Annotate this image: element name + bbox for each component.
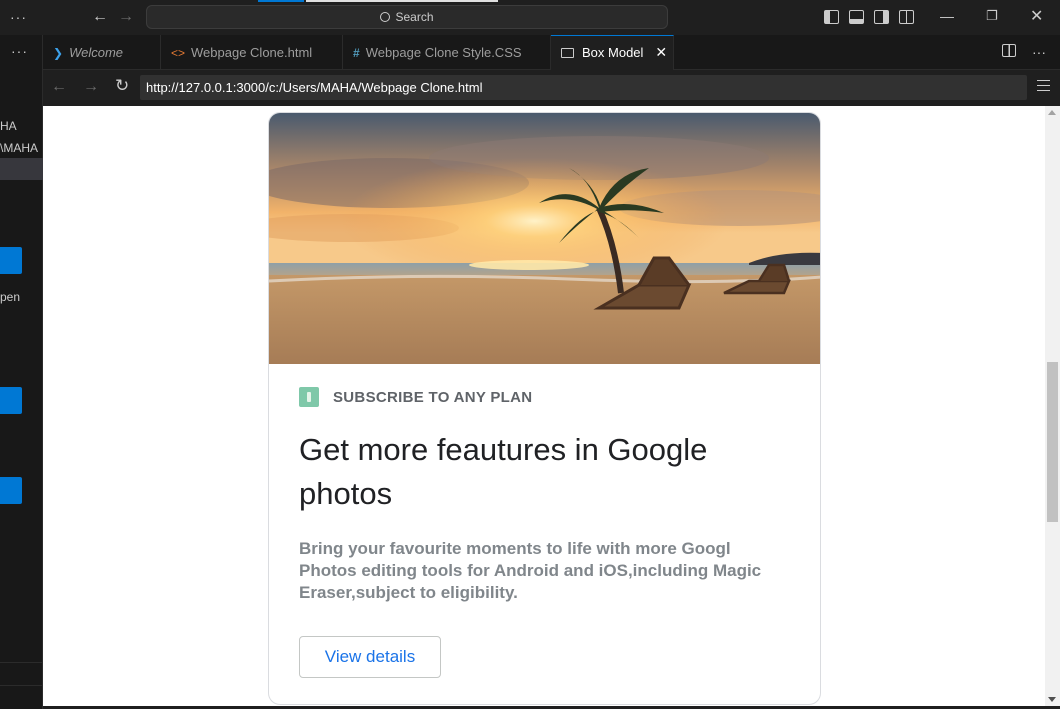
scroll-down-icon[interactable] <box>1048 697 1056 702</box>
browser-toolbar: ← → ↻ http://127.0.0.1:3000/c:/Users/MAH… <box>43 70 1060 106</box>
view-details-button[interactable]: View details <box>299 636 441 678</box>
hamburger-menu-icon[interactable] <box>1037 80 1050 91</box>
tab-welcome[interactable]: ❯ Welcome <box>43 35 161 70</box>
page-viewport: SUBSCRIBE TO ANY PLAN Get more feautures… <box>43 106 1060 706</box>
url-input[interactable]: http://127.0.0.1:3000/c:/Users/MAHA/Webp… <box>140 75 1027 100</box>
title-highlight-strip <box>306 0 498 2</box>
search-icon <box>380 12 391 22</box>
card-description: Bring your favourite moments to life wit… <box>299 539 762 602</box>
more-icon[interactable]: ··· <box>10 9 27 25</box>
search-label: Search <box>395 10 434 24</box>
restore-button[interactable]: ❐ <box>986 8 998 24</box>
bookmark-icon <box>299 387 319 407</box>
card-body: SUBSCRIBE TO ANY PLAN Get more feautures… <box>299 386 789 678</box>
toggle-panel-icon[interactable] <box>849 10 864 24</box>
css-hash-icon: # <box>353 46 360 60</box>
arrow-right-icon[interactable]: → <box>118 8 134 26</box>
sidebar-selected-row[interactable] <box>0 158 43 180</box>
more-icon[interactable]: ··· <box>1032 44 1046 60</box>
close-icon[interactable]: ✕ <box>655 44 667 60</box>
toggle-secondary-sidebar-icon[interactable] <box>874 10 889 24</box>
editor-tab-bar: ❯ Welcome <> Webpage Clone.html # Webpage C… <box>43 35 1060 70</box>
eyebrow-label: SUBSCRIBE TO ANY PLAN <box>333 388 533 406</box>
title-bar: ··· ← → Search — ❐ ✕ <box>0 0 1060 35</box>
customize-layout-icon[interactable] <box>899 10 914 24</box>
headline-line-2: photos <box>299 476 393 511</box>
tab-label: Webpage Clone Style.CSS <box>365 45 522 60</box>
tab-label: Box Model <box>582 45 644 60</box>
sidebar-divider-2 <box>0 685 43 686</box>
split-editor-icon[interactable] <box>1002 44 1016 57</box>
vscode-icon: ❯ <box>53 46 64 60</box>
side-panel: ··· <box>0 35 43 709</box>
arrow-left-icon[interactable]: ← <box>92 8 108 26</box>
sidebar-button-2[interactable] <box>0 387 22 414</box>
close-window-button[interactable]: ✕ <box>1030 6 1043 26</box>
beach-sunset-image <box>269 113 820 364</box>
tab-webpage-clone-html[interactable]: <> Webpage Clone.html <box>161 35 343 70</box>
scroll-thumb[interactable] <box>1047 362 1058 522</box>
card-eyebrow: SUBSCRIBE TO ANY PLAN <box>299 386 789 408</box>
feature-card: SUBSCRIBE TO ANY PLAN Get more feautures… <box>268 112 821 705</box>
tab-webpage-clone-style[interactable]: # Webpage Clone Style.CSS <box>343 35 551 70</box>
more-actions-icon[interactable]: ··· <box>11 43 28 59</box>
tab-box-model[interactable]: Box Model ✕ <box>551 35 674 70</box>
sidebar-button-3[interactable] <box>0 477 22 504</box>
page-scrollbar[interactable] <box>1045 106 1060 706</box>
sidebar-fragment-2: \MAHA <box>0 141 39 155</box>
sidebar-button-1[interactable] <box>0 247 22 274</box>
layout-controls <box>824 10 914 24</box>
headline-line-1: Get more feautures in Google <box>299 432 708 467</box>
command-center-search[interactable]: Search <box>146 5 668 29</box>
html-icon: <> <box>171 46 186 60</box>
sidebar-fragment-3: pen <box>0 290 21 304</box>
card-headline: Get more feautures in Google photos <box>299 428 789 516</box>
hero-illustration <box>269 113 820 364</box>
title-accent-strip <box>258 0 304 2</box>
tab-label: Welcome <box>69 45 124 60</box>
reload-icon[interactable]: ↻ <box>115 76 129 96</box>
sidebar-divider <box>0 662 43 663</box>
tab-actions: ··· <box>1002 44 1046 60</box>
scroll-up-icon[interactable] <box>1048 110 1056 115</box>
sidebar-fragment-1: HA <box>0 119 17 133</box>
minimize-button[interactable]: — <box>940 8 954 24</box>
browser-back-icon[interactable]: ← <box>51 78 67 96</box>
preview-icon <box>561 48 574 58</box>
browser-forward-icon[interactable]: → <box>83 78 99 96</box>
toggle-primary-sidebar-icon[interactable] <box>824 10 839 24</box>
tab-label: Webpage Clone.html <box>191 45 313 60</box>
